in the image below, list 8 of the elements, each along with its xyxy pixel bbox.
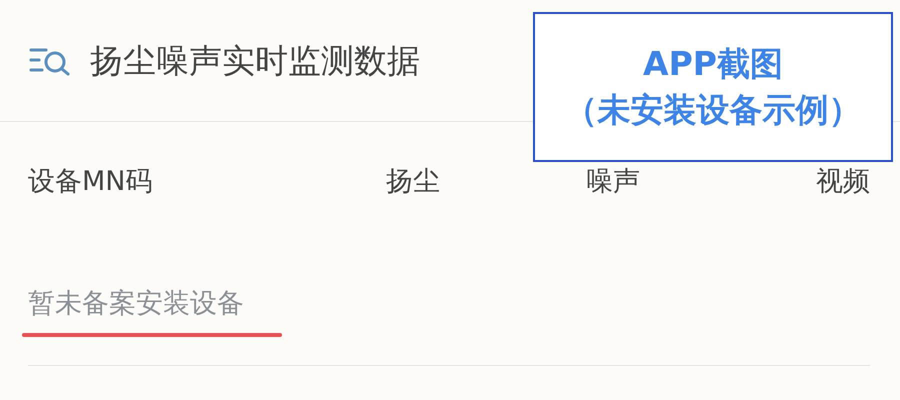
annotation-text: （未安装设备示例） — [564, 89, 862, 131]
empty-message: 暂未备案安装设备 — [28, 288, 244, 319]
page-title: 扬尘噪声实时监测数据 — [90, 40, 420, 82]
column-header: 扬尘 — [386, 166, 440, 197]
annotation-text: APP截图 — [643, 42, 783, 85]
column-header: 视频 — [816, 166, 870, 197]
column-header: 噪声 — [586, 166, 640, 197]
column-header: 设备MN码 — [28, 166, 152, 197]
